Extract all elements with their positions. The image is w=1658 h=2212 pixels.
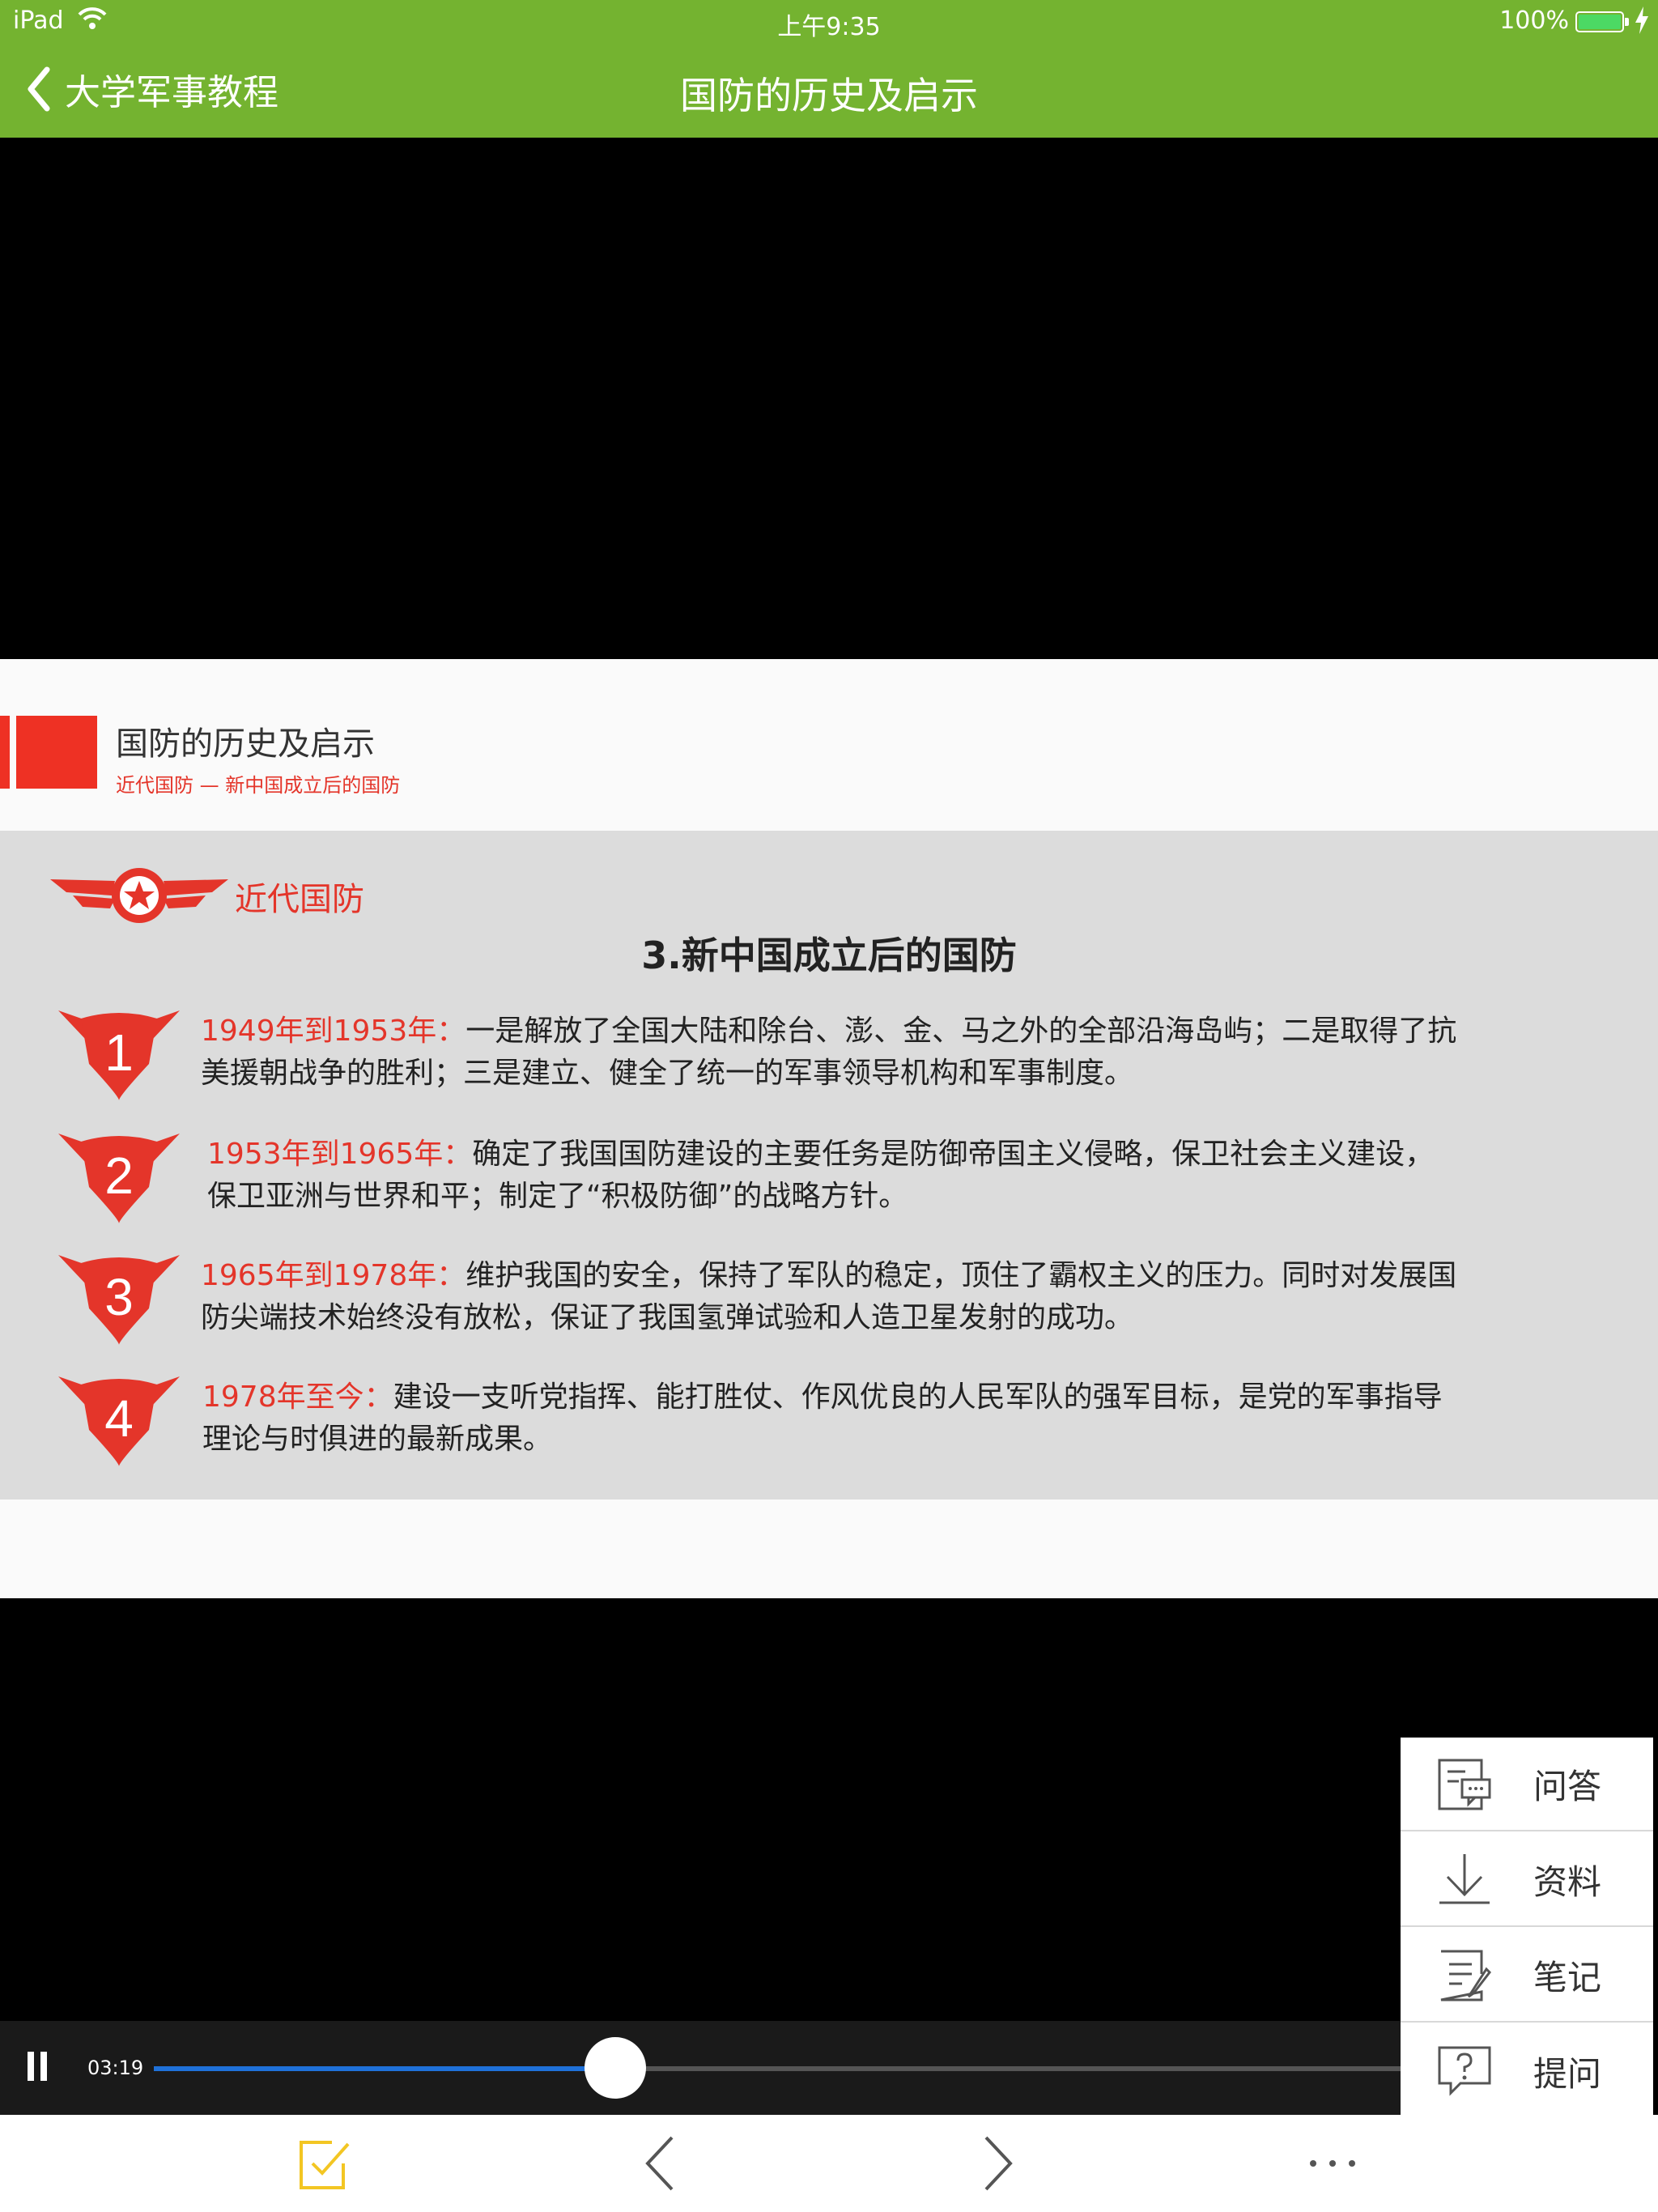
more-icon[interactable] [1300, 2131, 1365, 2196]
number-badge: 1 [58, 1010, 180, 1100]
svg-text:4: 4 [104, 1389, 134, 1448]
winged-star-emblem-icon [50, 868, 228, 923]
progress-fill [154, 2066, 615, 2071]
checklist-icon[interactable] [291, 2131, 356, 2196]
charging-icon [1635, 6, 1648, 34]
elapsed-time: 03:19 [87, 2057, 144, 2079]
pause-icon-bar [40, 2052, 47, 2081]
pause-icon-bar [28, 2052, 34, 2081]
progress-thumb[interactable] [584, 2037, 646, 2099]
top-bar: iPad 上午9:35 100% 大学军事教程 国防的历史及启示 [0, 0, 1658, 138]
battery-tip [1625, 18, 1629, 26]
pause-button[interactable] [28, 2052, 60, 2084]
timeline-item: 1 1949年到1953年：一是解放了全国大陆和除台、澎、金、马之外的全部沿海岛… [0, 1004, 1658, 1109]
svg-text:3: 3 [104, 1268, 134, 1326]
lecture-slide: 国防的历史及启示 近代国防 — 新中国成立后的国防 近代国防 3.新中国成立后的… [0, 659, 1658, 1598]
previous-icon[interactable] [628, 2131, 693, 2196]
timeline-date: 1978年至今： [202, 1380, 393, 1414]
number-badge: 3 [58, 1255, 180, 1345]
bottom-toolbar [0, 2115, 1658, 2212]
nav-bar: 大学军事教程 国防的历史及启示 [0, 42, 1658, 138]
timeline-date: 1953年到1965年： [207, 1138, 473, 1171]
clock: 上午9:35 [777, 13, 881, 41]
menu-item-label: 笔记 [1533, 1957, 1602, 1997]
note-icon [1440, 1950, 1491, 2001]
menu-item-ask[interactable]: 提问 [1401, 2024, 1653, 2118]
menu-item-notes[interactable]: 笔记 [1401, 1929, 1653, 2023]
battery-icon [1575, 11, 1624, 32]
menu-item-label: 资料 [1533, 1861, 1602, 1902]
number-badge: 4 [58, 1376, 180, 1466]
number-badge: 2 [58, 1134, 180, 1223]
slide-subtitle: 近代国防 — 新中国成立后的国防 [116, 774, 401, 797]
section-label: 近代国防 [235, 881, 364, 918]
side-menu: 问答 资料 笔记 提问 [1401, 1738, 1653, 2115]
slide-heading: 3.新中国成立后的国防 [641, 934, 1017, 977]
timeline-text: 1965年到1978年：维护我国的安全，保持了军队的稳定，顶住了霸权主义的压力。… [201, 1259, 1457, 1334]
question-icon [1438, 2046, 1491, 2096]
player-controls: 03:19 [0, 2021, 1401, 2115]
next-icon[interactable] [965, 2131, 1030, 2196]
menu-item-label: 问答 [1533, 1766, 1602, 1806]
svg-text:1: 1 [104, 1023, 134, 1082]
slide-content-panel: 近代国防 3.新中国成立后的国防 1 1949年到1953年：一是解放了全国大陆… [0, 831, 1658, 1499]
battery-percent: 100% [1499, 6, 1569, 35]
svg-text:2: 2 [104, 1146, 134, 1205]
timeline-text: 1978年至今：建设一支听党指挥、能打胜仗、作风优良的人民军队的强军目标，是党的… [202, 1380, 1443, 1456]
timeline-date: 1949年到1953年： [201, 1015, 466, 1048]
slide-accent-bar [0, 716, 10, 789]
slide-accent-box [16, 716, 97, 789]
page-title: 国防的历史及启示 [680, 74, 978, 117]
slide-title: 国防的历史及启示 [116, 725, 375, 763]
timeline-text: 1953年到1965年：确定了我国国防建设的主要任务是防御帝国主义侵略，保卫社会… [207, 1138, 1435, 1213]
menu-item-materials[interactable]: 资料 [1401, 1833, 1653, 1927]
download-icon [1439, 1854, 1490, 1904]
menu-item-label: 提问 [1533, 2053, 1602, 2094]
timeline-item: 4 1978年至今：建设一支听党指挥、能打胜仗、作风优良的人民军队的强军目标，是… [0, 1370, 1658, 1475]
status-bar: iPad 上午9:35 100% [0, 0, 1658, 42]
timeline-item: 2 1953年到1965年：确定了我国国防建设的主要任务是防御帝国主义侵略，保卫… [0, 1127, 1658, 1232]
menu-item-qa[interactable]: 问答 [1401, 1738, 1653, 1831]
qa-icon [1438, 1759, 1491, 1810]
timeline-item: 3 1965年到1978年：维护我国的安全，保持了军队的稳定，顶住了霸权主义的压… [0, 1249, 1658, 1354]
timeline-date: 1965年到1978年： [201, 1259, 466, 1292]
timeline-text: 1949年到1953年：一是解放了全国大陆和除台、澎、金、马之外的全部沿海岛屿；… [201, 1015, 1457, 1090]
progress-track[interactable] [154, 2066, 1401, 2071]
